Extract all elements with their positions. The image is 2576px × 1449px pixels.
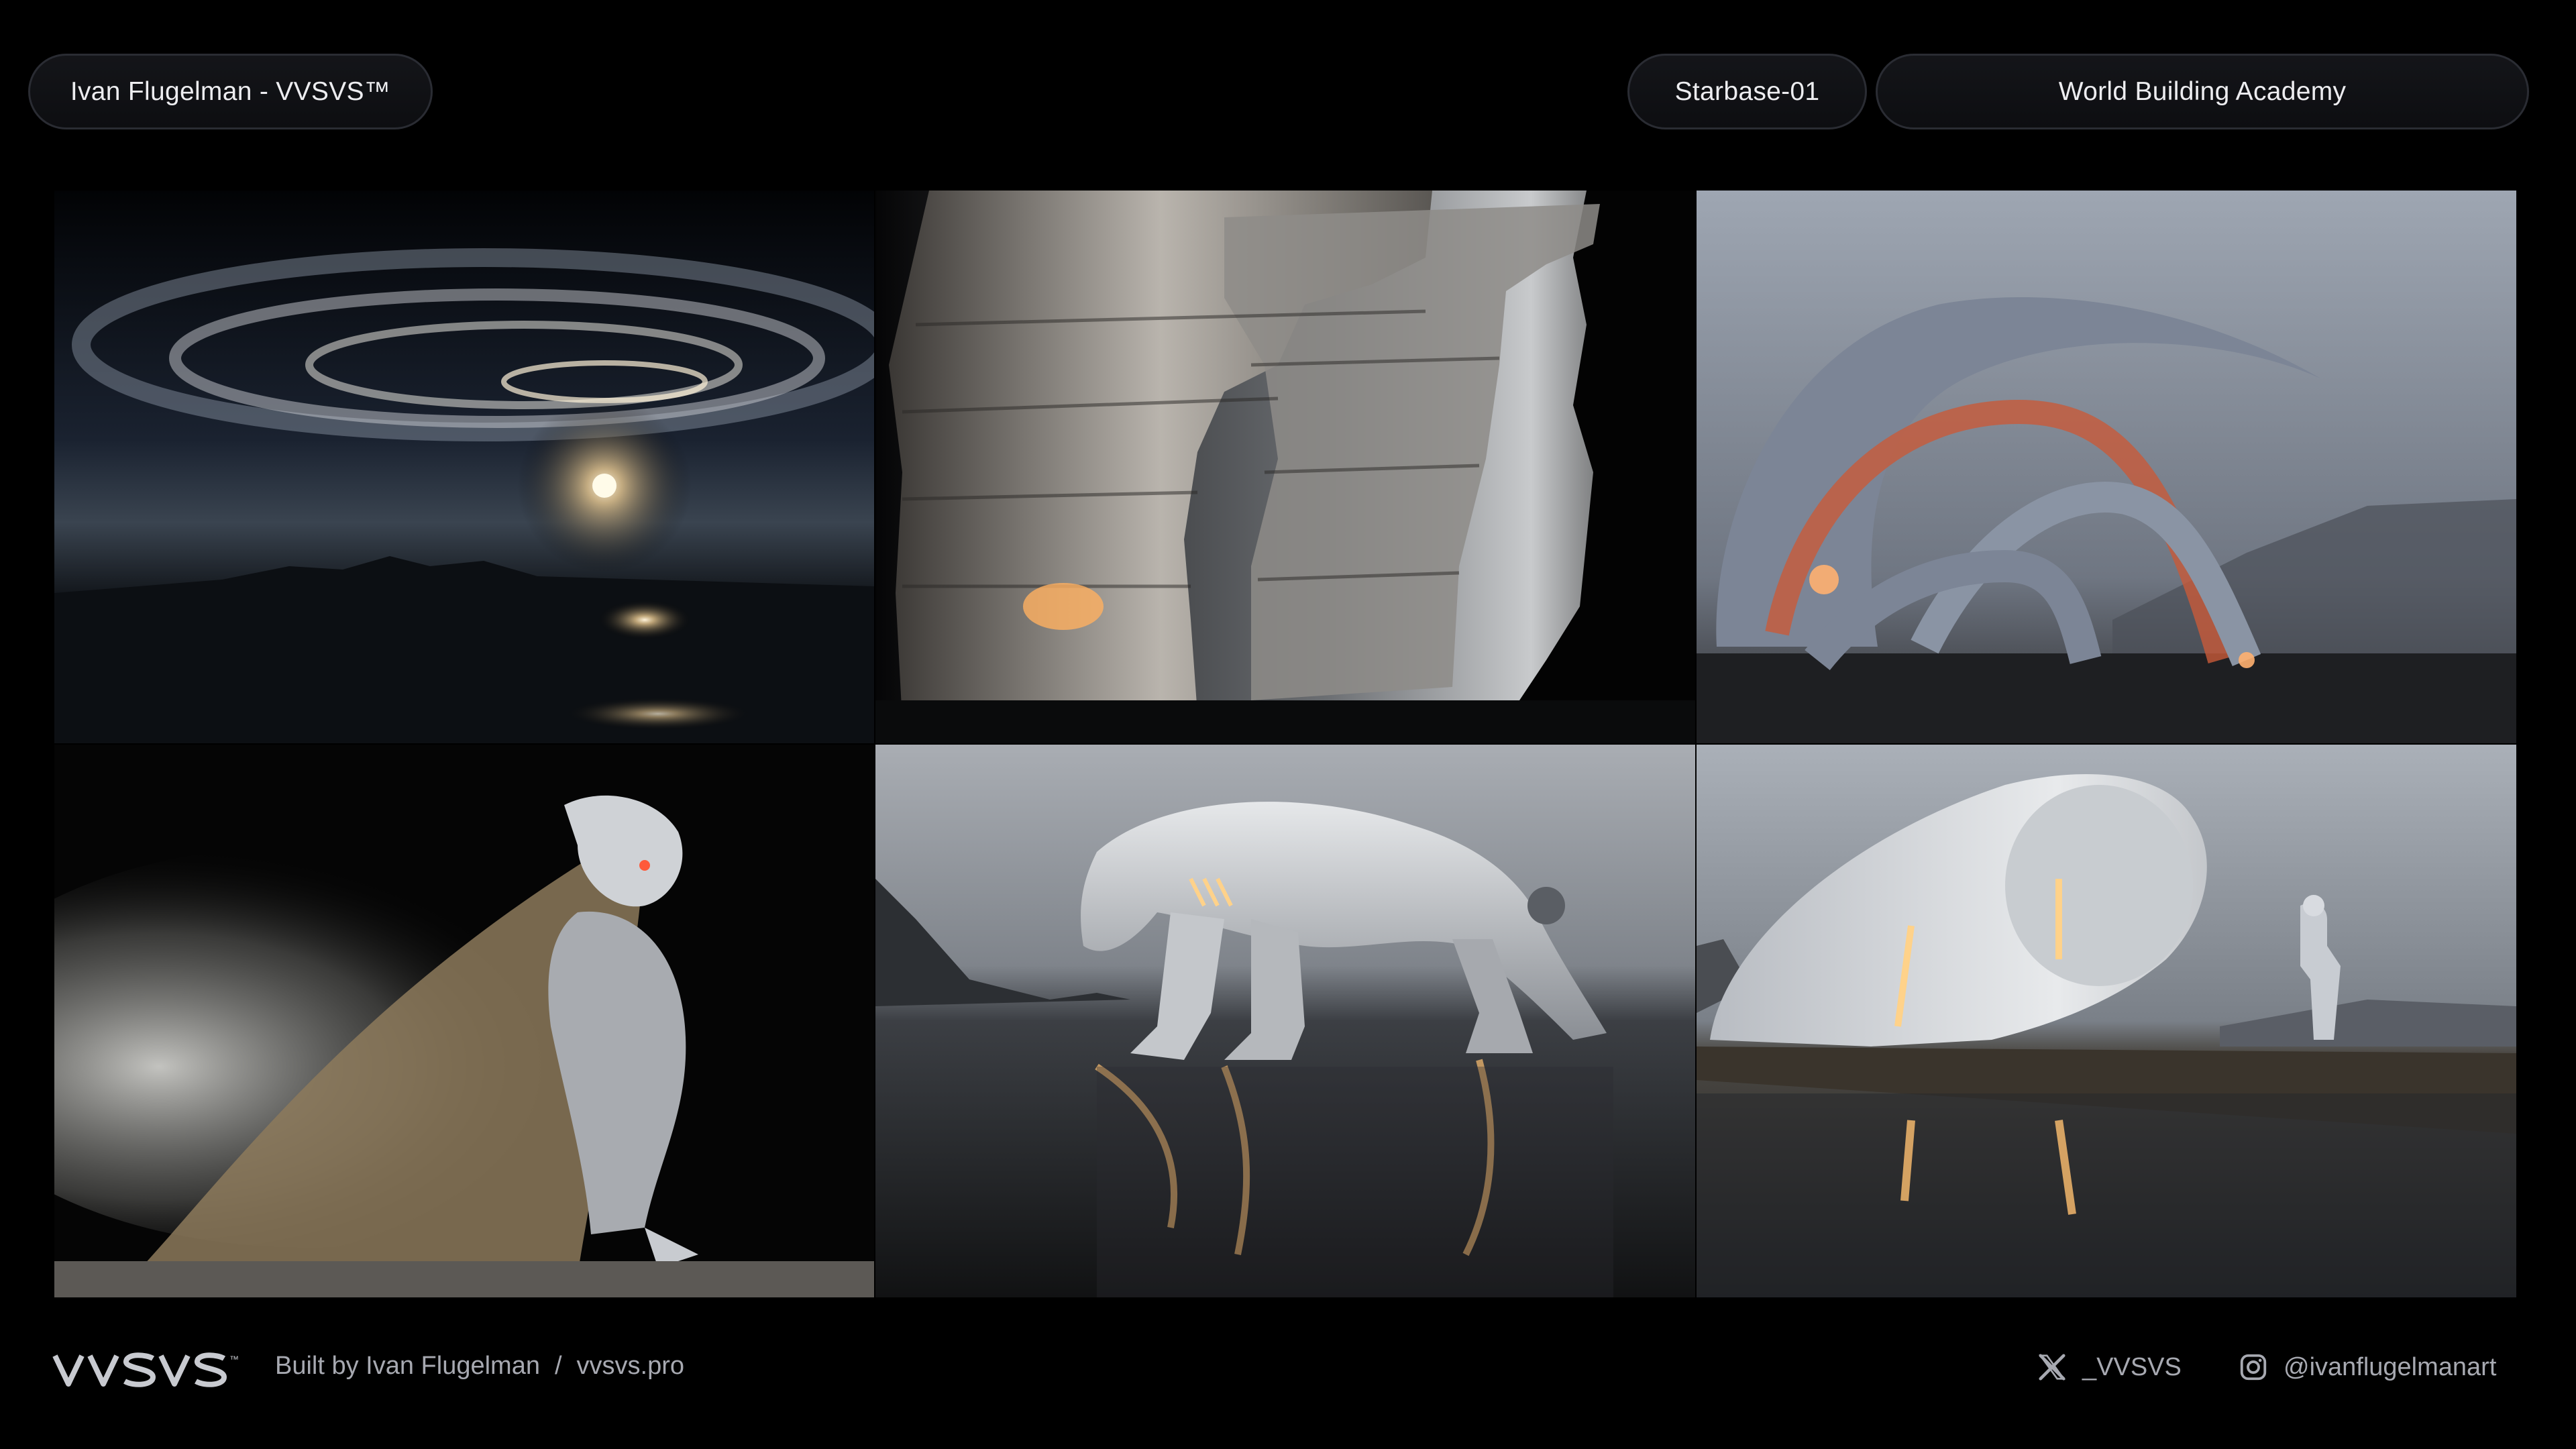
built-by-credit: Built by Ivan Flugelman / vvsvs.pro	[275, 1352, 684, 1381]
galaxy-sunrise-image[interactable]	[54, 191, 874, 743]
footer-separator: /	[554, 1352, 562, 1380]
instagram-handle: @ivanflugelmanart	[2284, 1352, 2497, 1381]
project-pill[interactable]: Starbase-01	[1627, 54, 1867, 129]
site-link[interactable]: vvsvs.pro	[577, 1352, 684, 1381]
image-gallery	[54, 191, 2516, 1297]
robot-panther-image[interactable]	[875, 745, 1695, 1297]
academy-pill[interactable]: World Building Academy	[1876, 54, 2529, 129]
robot-beast-and-astronaut-image[interactable]	[1697, 745, 2516, 1297]
tentacle-creature-image[interactable]	[1697, 191, 2516, 743]
x-social-link[interactable]: _VVSVS	[2037, 1352, 2182, 1383]
author-pill[interactable]: Ivan Flugelman - VVSVS™	[28, 54, 433, 129]
built-by-text: Built by Ivan Flugelman	[275, 1352, 540, 1380]
vvsvs-logo[interactable]: ™	[52, 1350, 254, 1388]
instagram-social-link[interactable]: @ivanflugelmanart	[2238, 1352, 2496, 1383]
x-handle: _VVSVS	[2082, 1352, 2182, 1381]
footer: ™ Built by Ivan Flugelman / vvsvs.pro _V…	[0, 1338, 2576, 1405]
instagram-icon	[2240, 1354, 2267, 1381]
x-logo-icon	[2039, 1354, 2065, 1381]
rock-spires-image[interactable]	[875, 191, 1695, 743]
logo-trademark: ™	[229, 1354, 239, 1364]
cloaked-astronaut-image[interactable]	[54, 745, 874, 1297]
